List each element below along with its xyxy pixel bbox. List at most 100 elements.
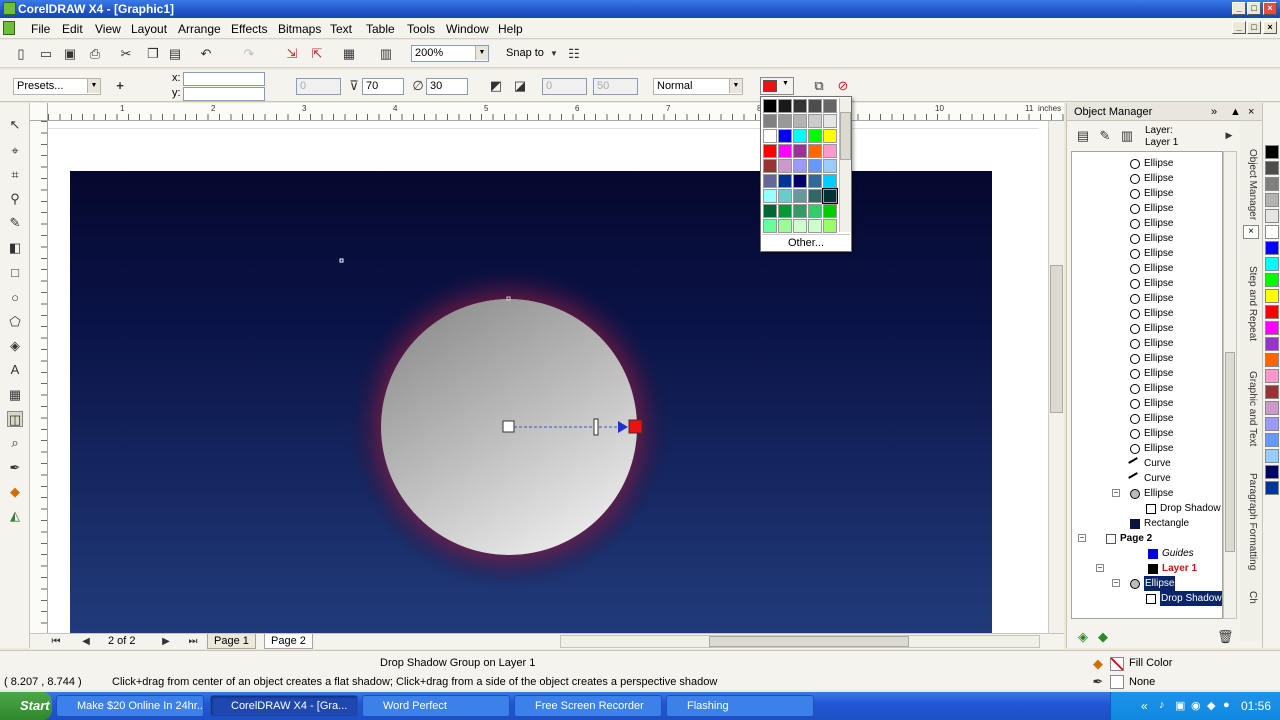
color-swatch[interactable] [822, 188, 838, 204]
minimize-button[interactable]: _ [1232, 2, 1246, 15]
outline-tool-icon[interactable]: ✒ [7, 460, 23, 476]
network-icon[interactable]: ▣ [1175, 699, 1185, 712]
clear-shadow-icon[interactable]: ⊘ [835, 78, 851, 94]
text-tool-icon[interactable]: A [7, 362, 23, 378]
redo-icon[interactable]: ↷ [241, 46, 257, 62]
y-position-field[interactable] [183, 87, 265, 101]
scrollbar-thumb[interactable] [1225, 352, 1235, 552]
outline-color-swatch[interactable] [1110, 675, 1124, 689]
color-swatch[interactable] [763, 114, 777, 128]
object-tree-row[interactable]: Curve [1072, 456, 1222, 471]
palette-swatch[interactable] [1265, 177, 1279, 191]
new-icon[interactable]: ▯ [13, 46, 29, 62]
horizontal-ruler[interactable]: 1 2 3 4 5 6 7 8 9 10 11 inches [48, 103, 1064, 121]
palette-swatch[interactable] [1265, 353, 1279, 367]
palette-swatch[interactable] [1265, 465, 1279, 479]
color-swatch[interactable] [763, 99, 777, 113]
horizontal-scrollbar[interactable] [560, 635, 1040, 648]
welcome-screen-icon[interactable]: ▥ [378, 46, 394, 62]
tray-app-icon[interactable]: ◆ [1207, 699, 1215, 712]
vertical-scrollbar[interactable] [1048, 121, 1064, 633]
palette-swatch[interactable] [1265, 289, 1279, 303]
object-tree-row[interactable]: Ellipse [1072, 321, 1222, 336]
color-swatch[interactable] [793, 114, 807, 128]
color-swatch[interactable] [793, 129, 807, 143]
shape-tool-icon[interactable]: ⌖ [7, 143, 23, 159]
object-tree-row[interactable]: Ellipse [1072, 246, 1222, 261]
object-tree-row[interactable]: Ellipse [1072, 441, 1222, 456]
expand-icon[interactable]: » [1211, 103, 1217, 121]
scrollbar-thumb[interactable] [1050, 265, 1063, 413]
task-word-perfect[interactable]: Word Perfect [362, 695, 510, 717]
object-tree[interactable]: Ellipse Ellipse Ellipse Ellipse Ellipse Ellip… [1071, 151, 1223, 619]
fade-field[interactable]: 0 [542, 78, 587, 95]
color-swatch[interactable] [808, 174, 822, 188]
object-tree-row[interactable]: Drop Shadow [1072, 591, 1222, 606]
smart-fill-tool-icon[interactable]: ◧ [7, 240, 23, 256]
palette-swatch[interactable] [1265, 385, 1279, 399]
task-flashing[interactable]: Flashing [666, 695, 814, 717]
tab-paragraph-formatting[interactable]: Paragraph Formatting [1242, 473, 1258, 570]
object-tree-row[interactable]: Curve [1072, 471, 1222, 486]
color-swatch[interactable] [793, 99, 807, 113]
palette-swatch[interactable] [1265, 273, 1279, 287]
object-tree-row[interactable]: Drop Shadow [1072, 501, 1222, 516]
zoom-level-select[interactable]: 200% ▼ [411, 45, 489, 62]
color-swatch[interactable] [808, 204, 822, 218]
menu-edit[interactable]: Edit [62, 22, 83, 36]
object-tree-row[interactable]: Ellipse [1072, 306, 1222, 321]
color-swatch[interactable] [808, 129, 822, 143]
color-swatch[interactable] [778, 114, 792, 128]
tray-app-icon[interactable]: ◉ [1191, 699, 1201, 712]
color-swatch[interactable] [808, 144, 822, 158]
palette-swatch[interactable] [1265, 241, 1279, 255]
collapse-icon[interactable]: − [1112, 489, 1120, 497]
table-tool-icon[interactable]: ▦ [7, 387, 23, 403]
scrollbar-thumb[interactable] [840, 112, 851, 160]
color-swatch[interactable] [763, 219, 777, 233]
edit-across-layers-icon[interactable]: ✎ [1097, 128, 1113, 144]
doc-close-button[interactable]: × [1263, 21, 1277, 34]
color-swatch[interactable] [793, 219, 807, 233]
object-tree-row[interactable]: Ellipse [1072, 426, 1222, 441]
tab-character[interactable]: Ch [1242, 591, 1258, 604]
menu-text[interactable]: Text [330, 22, 352, 36]
application-launcher-icon[interactable]: ▦ [341, 46, 357, 62]
color-swatch[interactable] [808, 189, 822, 203]
color-swatch[interactable] [808, 219, 822, 233]
palette-swatch[interactable] [1265, 305, 1279, 319]
color-swatch[interactable] [778, 159, 792, 173]
menu-effects[interactable]: Effects [231, 22, 267, 36]
interactive-fill-tool-icon[interactable]: ◭ [7, 508, 23, 524]
shadow-end-handle[interactable] [628, 419, 643, 434]
palette-swatch[interactable] [1265, 433, 1279, 447]
object-tree-row[interactable]: Ellipse [1072, 276, 1222, 291]
object-tree-row[interactable]: Ellipse [1072, 186, 1222, 201]
object-tree-row[interactable]: Ellipse [1072, 396, 1222, 411]
document-icon[interactable] [3, 21, 15, 35]
color-swatch[interactable] [823, 99, 837, 113]
object-tree-row[interactable]: Ellipse [1072, 231, 1222, 246]
new-master-layer-icon[interactable]: ◆ [1095, 629, 1111, 645]
color-swatch[interactable] [778, 129, 792, 143]
color-swatch[interactable] [763, 159, 777, 173]
doc-restore-button[interactable]: □ [1247, 21, 1261, 34]
object-tree-row[interactable]: Ellipse [1072, 351, 1222, 366]
color-swatch[interactable] [763, 144, 777, 158]
palette-swatch[interactable] [1265, 401, 1279, 415]
object-tree-row[interactable]: Rectangle [1072, 516, 1222, 531]
menu-view[interactable]: View [95, 22, 121, 36]
object-tree-row[interactable]: Ellipse [1072, 336, 1222, 351]
print-icon[interactable]: ⎙ [87, 46, 103, 62]
presets-select[interactable]: Presets... ▼ [13, 78, 101, 95]
color-swatch[interactable] [823, 159, 837, 173]
color-swatch[interactable] [778, 99, 792, 113]
prev-page-icon[interactable]: ◀ [78, 634, 94, 650]
menu-arrange[interactable]: Arrange [178, 22, 221, 36]
object-tree-row[interactable]: − Ellipse [1072, 576, 1222, 591]
object-tree-row[interactable]: Ellipse [1072, 261, 1222, 276]
color-swatch[interactable] [793, 189, 807, 203]
options-icon[interactable]: ☷ [566, 46, 582, 62]
palette-swatch[interactable] [1265, 369, 1279, 383]
tray-expand-icon[interactable]: « [1141, 699, 1148, 713]
